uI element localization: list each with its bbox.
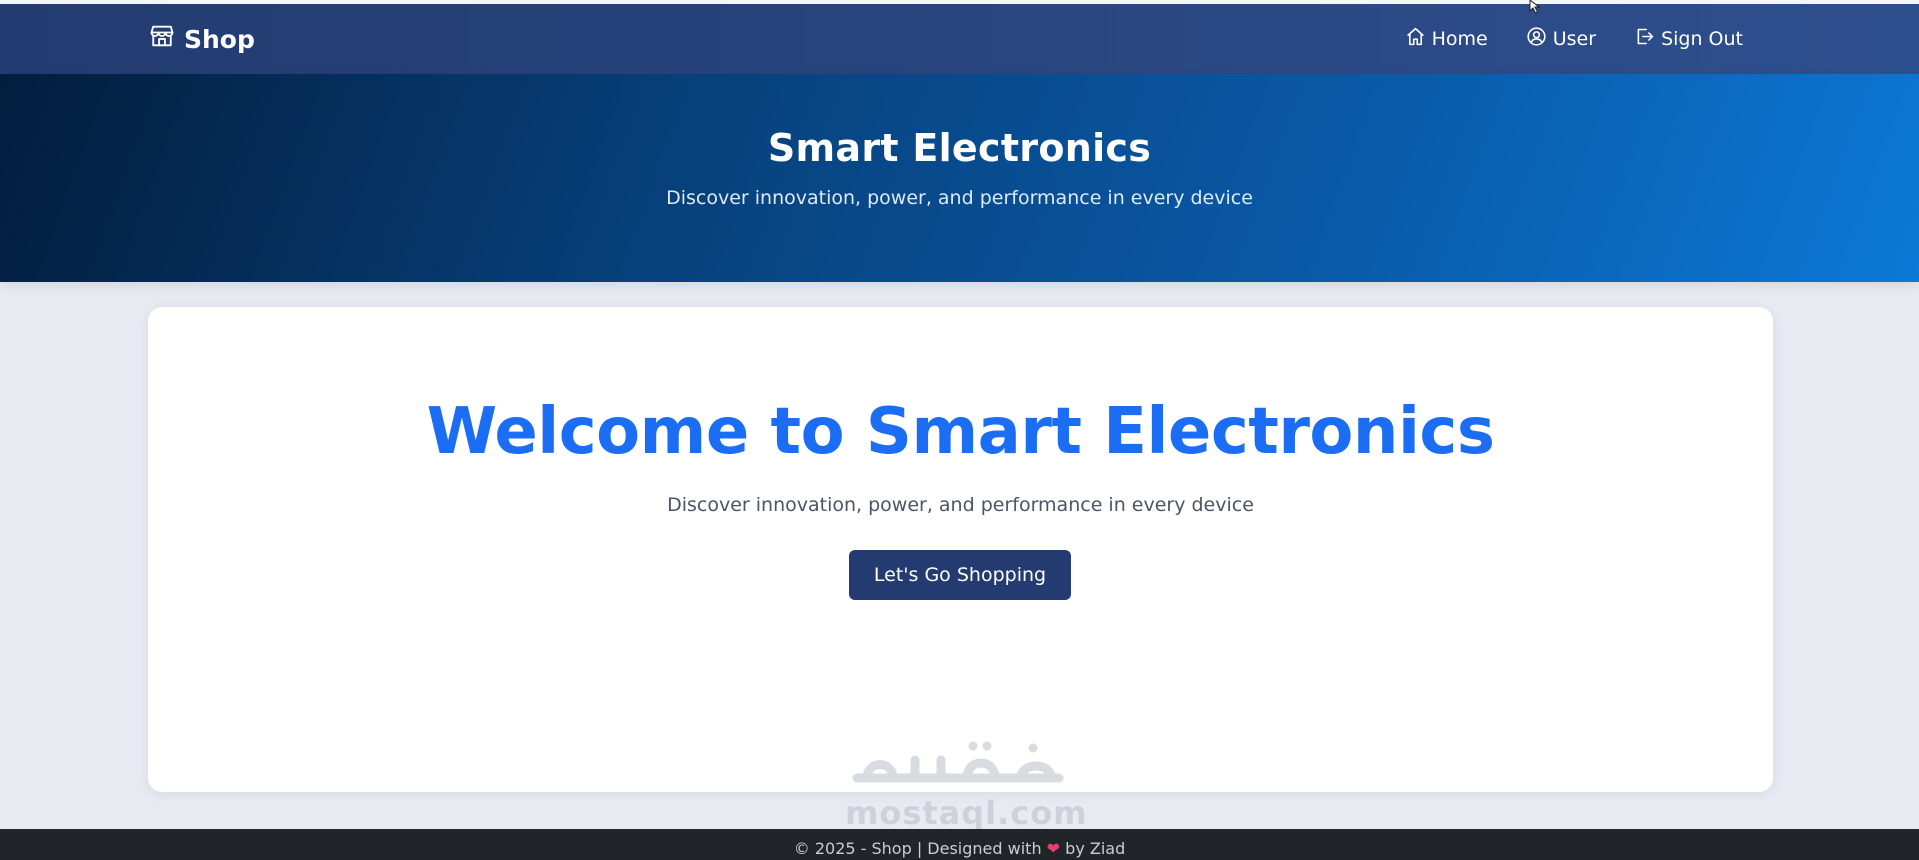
user-circle-icon [1526, 26, 1547, 52]
brand-link[interactable]: Shop [148, 4, 255, 74]
nav-links: Home User Sign Out [1405, 4, 1743, 74]
nav-home-link[interactable]: Home [1405, 26, 1488, 52]
welcome-subtitle: Discover innovation, power, and performa… [667, 494, 1254, 516]
footer: © 2025 - Shop | Designed with ❤ by Ziad [0, 829, 1919, 860]
store-icon [148, 22, 176, 56]
navbar: Shop Home User Sign Out [0, 4, 1919, 74]
footer-author: by Ziad [1065, 839, 1126, 858]
sign-out-icon [1634, 26, 1655, 52]
watermark-logo-graphic [852, 741, 1064, 783]
home-icon [1405, 26, 1426, 52]
nav-sign-out-label: Sign Out [1661, 28, 1743, 50]
footer-copyright: © 2025 - Shop | Designed with [793, 839, 1042, 858]
hero-title: Smart Electronics [767, 126, 1152, 170]
heart-icon: ❤ [1046, 839, 1061, 858]
nav-sign-out-link[interactable]: Sign Out [1634, 26, 1743, 52]
welcome-title: Welcome to Smart Electronics [426, 395, 1495, 469]
welcome-card: Welcome to Smart Electronics Discover in… [148, 307, 1773, 792]
watermark-text: mostaql.com [845, 794, 1088, 832]
hero-banner: Smart Electronics Discover innovation, p… [0, 74, 1919, 282]
lets-go-shopping-button[interactable]: Let's Go Shopping [849, 550, 1071, 600]
hero-subtitle: Discover innovation, power, and performa… [666, 187, 1253, 209]
mouse-cursor-icon [1529, 0, 1541, 14]
mostaql-watermark: mostaql.com [845, 738, 1088, 832]
nav-home-label: Home [1431, 28, 1488, 50]
nav-user-link[interactable]: User [1526, 26, 1596, 52]
nav-user-label: User [1552, 28, 1597, 50]
brand-label: Shop [184, 24, 255, 54]
